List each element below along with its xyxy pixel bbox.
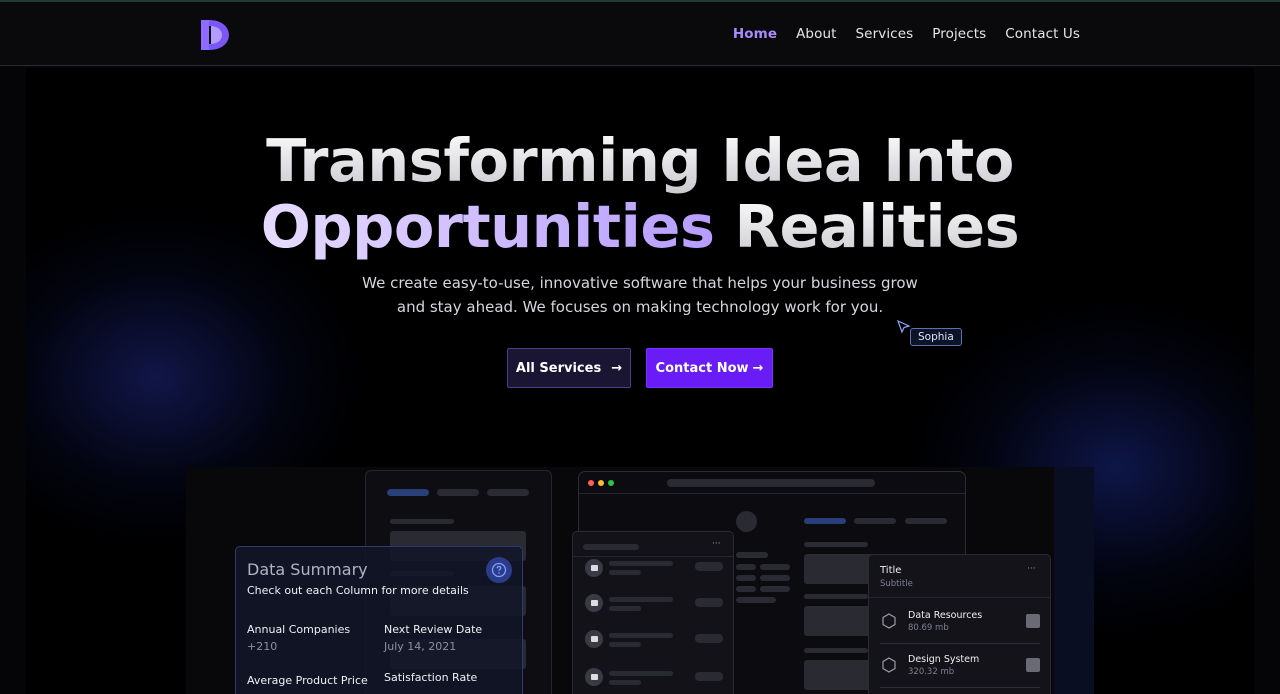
data-summary-card: Data Summary Check out each Column for m… <box>235 546 523 694</box>
more-menu-icon[interactable]: ··· <box>712 539 721 549</box>
help-icon[interactable] <box>486 557 512 583</box>
all-services-label: All Services <box>515 360 602 376</box>
avatar <box>736 511 757 532</box>
image-icon <box>585 630 603 648</box>
row-checkbox[interactable] <box>1026 614 1040 628</box>
file-size: 80.69 mb <box>908 623 949 633</box>
contact-now-button[interactable]: Contact Now → <box>646 348 773 388</box>
data-summary-subtitle: Check out each Column for more details <box>247 584 469 597</box>
close-dot-icon <box>588 480 594 486</box>
card-subtitle: Subtitle <box>880 579 913 589</box>
file-list-card: Title Subtitle ··· Data Resources 80.69 … <box>868 554 1051 694</box>
hero-subtitle: We create easy-to-use, innovative softwa… <box>0 271 1280 319</box>
next-review-label: Next Review Date <box>384 623 483 636</box>
hexagon-icon <box>882 657 896 673</box>
next-review-value: July 14, 2021 <box>384 640 457 653</box>
more-menu-icon[interactable]: ··· <box>1027 564 1036 574</box>
file-name: Design System <box>908 654 980 665</box>
image-icon <box>585 594 603 612</box>
top-navbar: Home About Services Projects Contact Us <box>0 0 1280 66</box>
collaborator-name-tag: Sophia <box>910 328 962 346</box>
hero-subtitle-line1: We create easy-to-use, innovative softwa… <box>362 274 918 292</box>
average-product-price-label: Average Product Price <box>247 674 368 687</box>
nav-contact-us[interactable]: Contact Us <box>1005 26 1080 42</box>
all-services-button[interactable]: All Services → <box>507 348 631 388</box>
arrow-right-icon: → <box>752 360 764 376</box>
minimize-dot-icon <box>598 480 604 486</box>
arrow-right-icon: → <box>611 360 623 376</box>
brand-logo-icon[interactable] <box>199 18 231 52</box>
image-icon <box>585 559 603 577</box>
image-icon <box>585 668 603 686</box>
hero-title-line2: Realities <box>714 192 1020 261</box>
hero-subtitle-line2: and stay ahead. We focuses on making tec… <box>396 298 884 316</box>
nav-projects[interactable]: Projects <box>932 26 986 42</box>
data-summary-title: Data Summary <box>247 560 368 579</box>
hero-title: Transforming Idea Into Opportunities Rea… <box>0 128 1280 260</box>
mockup-edge <box>1054 467 1094 694</box>
annual-companies-value: +210 <box>247 640 278 653</box>
satisfaction-rate-label: Satisfaction Rate <box>384 671 478 684</box>
file-name: Data Resources <box>908 610 983 621</box>
file-size: 320.32 mb <box>908 667 955 677</box>
maximize-dot-icon <box>608 480 614 486</box>
list-card: ··· <box>572 531 734 694</box>
nav-services[interactable]: Services <box>856 26 914 42</box>
nav-home[interactable]: Home <box>733 26 777 42</box>
nav-about[interactable]: About <box>796 26 836 42</box>
annual-companies-label: Annual Companies <box>247 623 351 636</box>
collaborator-cursor-icon <box>897 320 911 334</box>
card-title: Title <box>880 565 902 576</box>
contact-now-label: Contact Now <box>655 360 749 376</box>
hero-title-line1: Transforming Idea Into <box>266 126 1014 195</box>
row-checkbox[interactable] <box>1026 658 1040 672</box>
hero-title-highlight: Opportunities <box>260 192 715 261</box>
main-menu: Home About Services Projects Contact Us <box>733 26 1080 42</box>
hexagon-icon <box>882 613 896 629</box>
